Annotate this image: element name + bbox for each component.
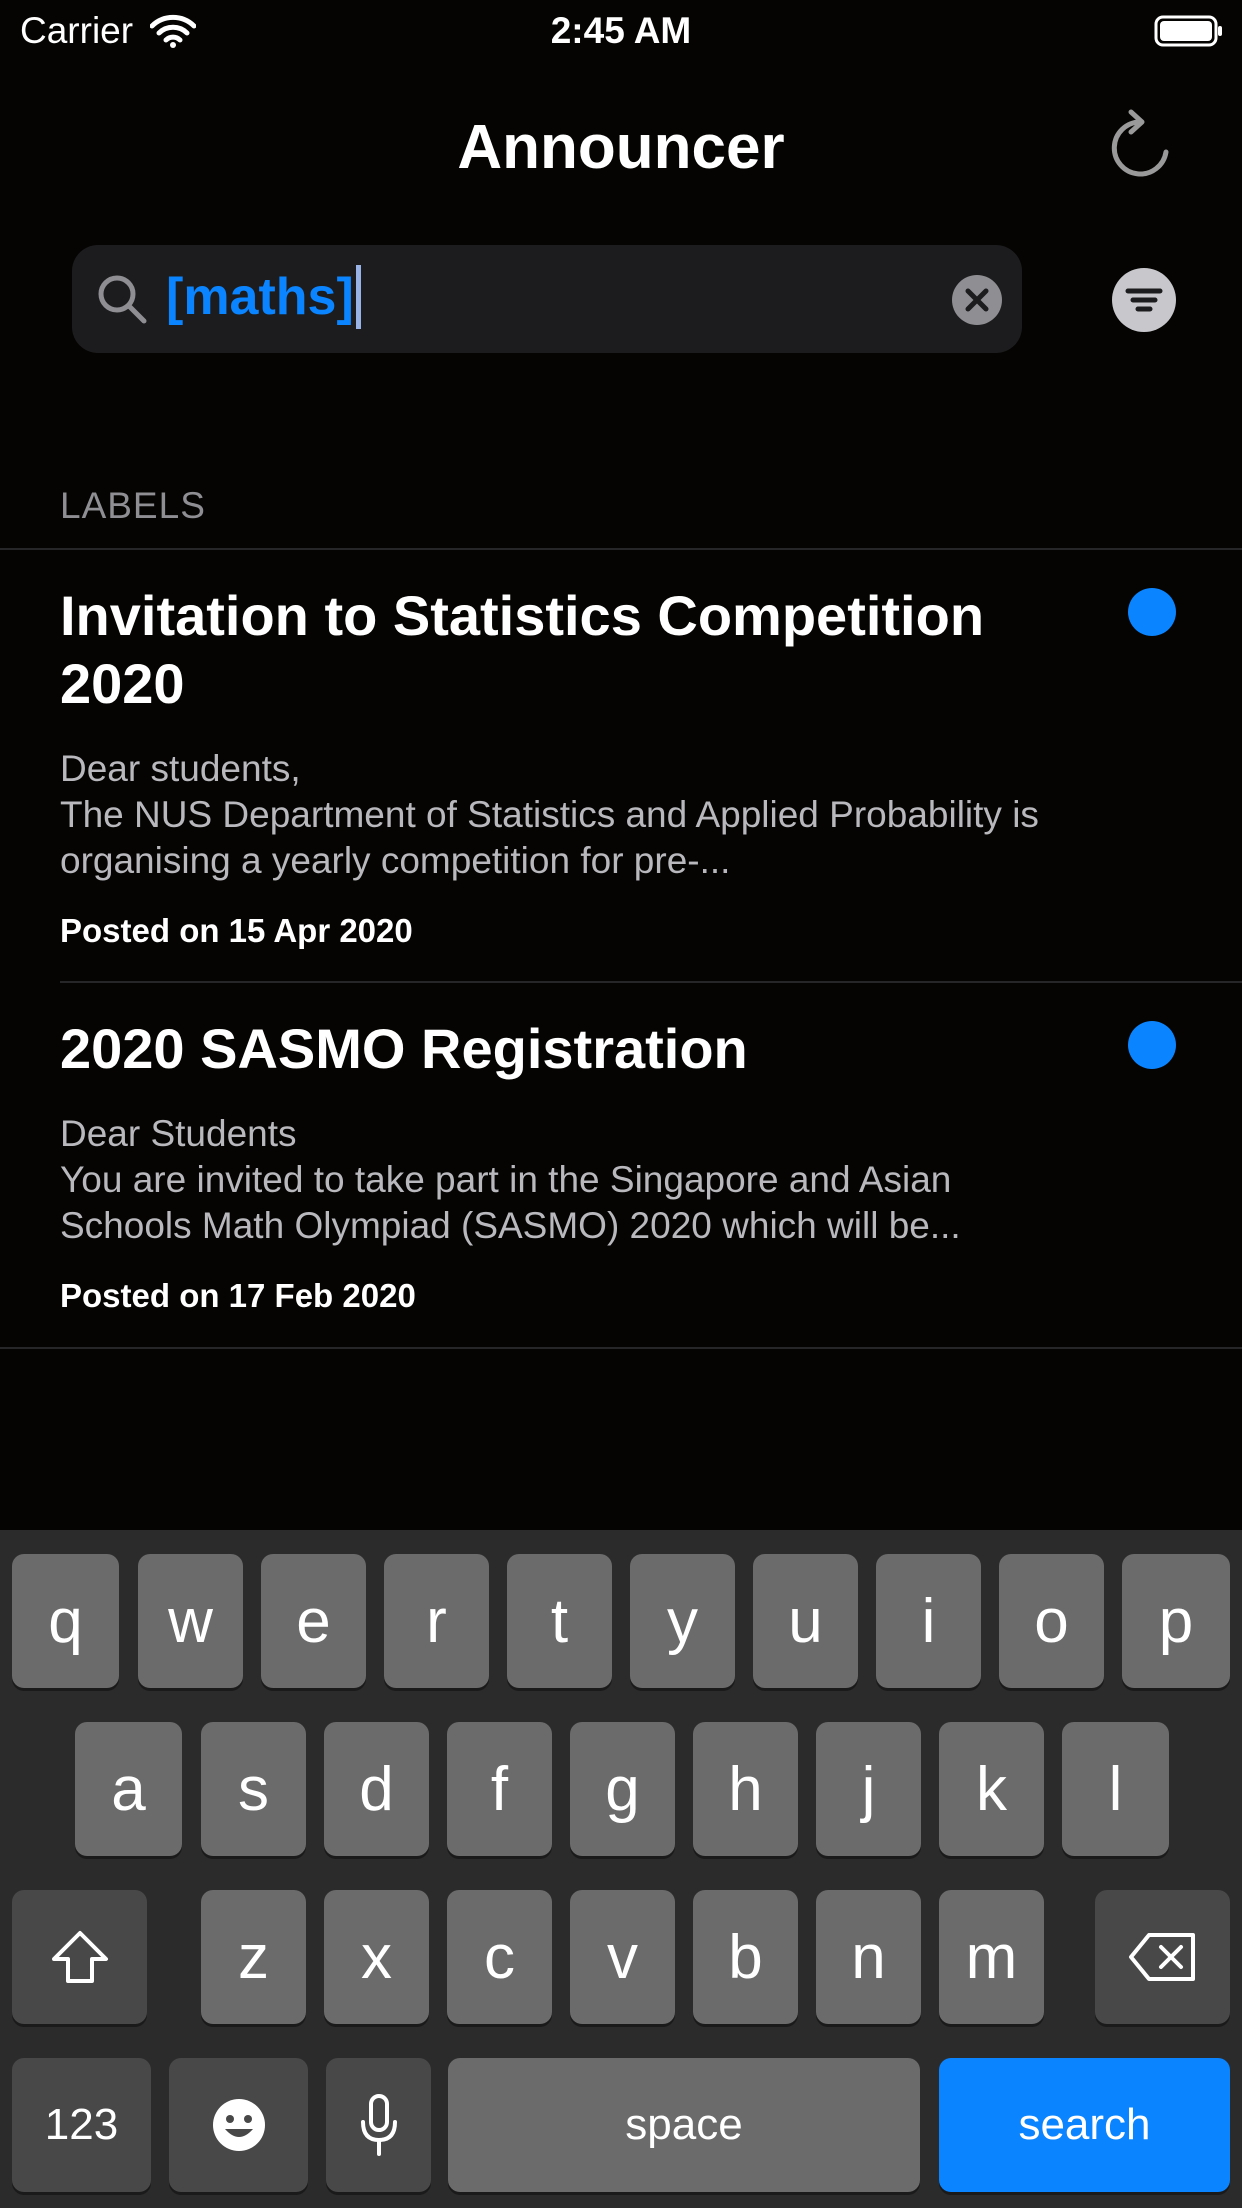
key-p[interactable]: p (1122, 1554, 1230, 1688)
key-c[interactable]: c (447, 1890, 552, 2024)
delete-key[interactable] (1095, 1890, 1230, 2024)
key-u[interactable]: u (753, 1554, 858, 1688)
key-x[interactable]: x (324, 1890, 429, 2024)
section-header: LABELS (60, 485, 206, 526)
key-a[interactable]: a (75, 1722, 182, 1856)
announcement-date: Posted on 15 Apr 2020 (60, 912, 413, 949)
status-bar: Carrier 2:45 AM (0, 0, 1242, 60)
keyboard: q w e r t y u i o p a s d f g h j k l z … (0, 1530, 1242, 2208)
dictation-key[interactable] (326, 2058, 431, 2192)
emoji-icon (212, 2099, 265, 2151)
key-w[interactable]: w (138, 1554, 243, 1688)
numbers-key[interactable]: 123 (12, 2058, 151, 2192)
key-n[interactable]: n (816, 1890, 921, 2024)
key-f[interactable]: f (447, 1722, 552, 1856)
key-g[interactable]: g (570, 1722, 675, 1856)
magnifier-icon (98, 275, 147, 324)
list-item[interactable]: 2020 SASMO Registration Dear Students Yo… (0, 983, 1242, 1347)
key-d[interactable]: d (324, 1722, 429, 1856)
key-v[interactable]: v (570, 1890, 675, 2024)
space-key[interactable]: space (448, 2058, 920, 2192)
filter-button[interactable] (1112, 268, 1176, 332)
announcement-date: Posted on 17 Feb 2020 (60, 1277, 416, 1314)
key-r[interactable]: r (384, 1554, 489, 1688)
battery-icon (1154, 15, 1222, 47)
search-key-label: search (1018, 2100, 1151, 2149)
key-z[interactable]: z (201, 1890, 306, 2024)
key-k[interactable]: k (939, 1722, 1044, 1856)
announcement-preview: Dear students, The NUS Department of Sta… (60, 748, 1039, 881)
key-t[interactable]: t (507, 1554, 612, 1688)
list-item[interactable]: Invitation to Statistics Competition 202… (0, 550, 1242, 980)
clear-search-button[interactable] (952, 275, 1002, 325)
shift-arrow-icon (51, 1931, 108, 1983)
announcement-title: Invitation to Statistics Competition 202… (60, 584, 985, 715)
page-title: Announcer (457, 113, 785, 182)
key-e[interactable]: e (261, 1554, 366, 1688)
numbers-key-label: 123 (44, 2100, 119, 2149)
filter-icon (1112, 268, 1176, 332)
search-field[interactable]: [maths] (72, 245, 1022, 353)
key-s[interactable]: s (201, 1722, 306, 1856)
key-m[interactable]: m (939, 1890, 1044, 2024)
clear-icon (952, 275, 1002, 325)
key-y[interactable]: y (630, 1554, 735, 1688)
search-query-text: [maths] (166, 268, 354, 326)
unread-indicator (1128, 588, 1176, 636)
key-h[interactable]: h (693, 1722, 798, 1856)
key-o[interactable]: o (999, 1554, 1104, 1688)
key-q[interactable]: q (12, 1554, 119, 1688)
backspace-icon (1128, 1933, 1195, 1981)
announcement-preview: Dear Students You are invited to take pa… (60, 1113, 961, 1246)
key-i[interactable]: i (876, 1554, 981, 1688)
divider (0, 1347, 1242, 1349)
space-key-label: space (625, 2100, 743, 2149)
announcement-title: 2020 SASMO Registration (60, 1017, 748, 1080)
refresh-button[interactable] (1105, 108, 1175, 188)
status-time: 2:45 AM (550, 10, 692, 51)
emoji-key[interactable] (169, 2058, 308, 2192)
text-caret (355, 265, 361, 329)
shift-key[interactable] (12, 1890, 147, 2024)
key-b[interactable]: b (693, 1890, 798, 2024)
search-key[interactable]: search (939, 2058, 1230, 2192)
search-input[interactable]: [maths] (166, 265, 361, 329)
refresh-icon (1111, 109, 1169, 177)
microphone-icon (360, 2094, 397, 2156)
key-j[interactable]: j (816, 1722, 921, 1856)
key-l[interactable]: l (1062, 1722, 1169, 1856)
unread-indicator (1128, 1021, 1176, 1069)
